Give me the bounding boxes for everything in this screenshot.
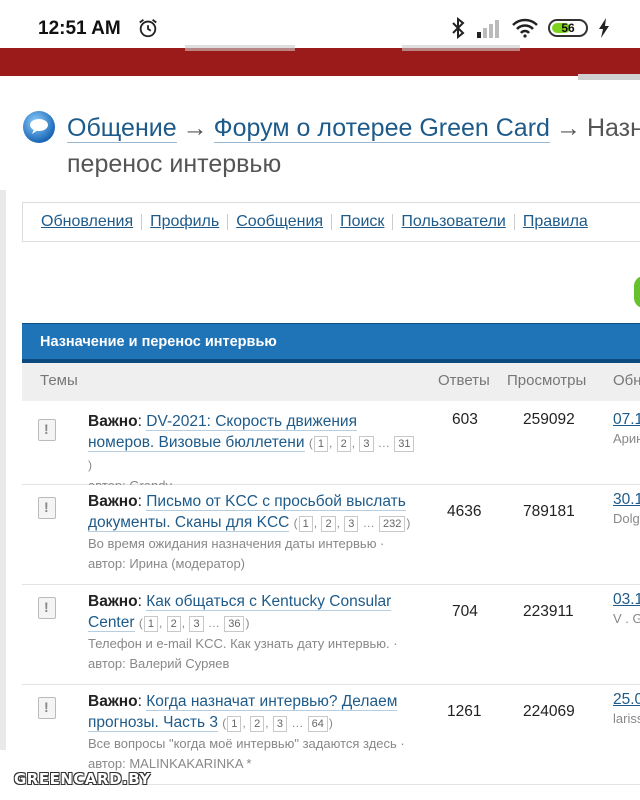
last-post: 03.1 V . G (613, 591, 640, 626)
bluetooth-icon (452, 17, 465, 39)
topic-prefix: Важно (88, 593, 138, 610)
battery-level: 56 (561, 21, 575, 35)
forum-chat-icon (23, 111, 55, 143)
nav-updates[interactable]: Обновления (35, 214, 143, 230)
col-topics[interactable]: Темы (40, 372, 78, 389)
last-post: 30.1 Dolg (613, 491, 640, 526)
nav-messages[interactable]: Сообщения (228, 214, 333, 230)
replies-count: 4636 (447, 503, 482, 520)
page-link[interactable]: 1 (143, 616, 158, 632)
site-header (0, 45, 640, 76)
page-link[interactable]: 36 (224, 616, 245, 632)
page-link[interactable]: 2 (336, 436, 351, 452)
breadcrumb-general[interactable]: Общение (67, 114, 177, 143)
replies-count: 1261 (447, 703, 482, 720)
last-post-date[interactable]: 25.0 (613, 691, 640, 709)
column-headers: Темы Ответы Просмотры Обн (22, 363, 640, 401)
wifi-icon (512, 18, 538, 38)
topic-description: Телефон и e-mail KCC. Как узнать дату ин… (88, 636, 398, 651)
watermark: GREENCARD.BY (14, 770, 151, 788)
topic-prefix: Важно (88, 493, 138, 510)
topic-author: автор: Ирина (модератор) (88, 556, 245, 571)
battery-icon: 56 (548, 19, 588, 37)
page-link[interactable]: 64 (307, 716, 328, 732)
page-edge (0, 190, 6, 750)
page-link[interactable]: 2 (321, 516, 336, 532)
topic-cell: Важно: Как общаться с Kentucky Consular … (88, 591, 418, 674)
table-row: Важно: DV-2021: Скорость движения номеро… (22, 401, 640, 493)
topic-cell: Важно: DV-2021: Скорость движения номеро… (88, 411, 418, 496)
nav-users[interactable]: Пользователи (393, 214, 515, 230)
last-post-date[interactable]: 07.1 (613, 411, 640, 429)
col-views[interactable]: Просмотры (507, 372, 586, 389)
last-post-user: Dolg (613, 511, 640, 526)
views-count: 789181 (523, 503, 575, 520)
replies-count: 603 (452, 411, 478, 428)
last-post-date[interactable]: 03.1 (613, 591, 640, 609)
scrollbar[interactable] (578, 74, 640, 80)
replies-count: 704 (452, 603, 478, 620)
last-post: 25.0 lariss (613, 691, 640, 726)
forum-title: Назначение и перенос интервью (22, 323, 640, 363)
last-post: 07.1 Арин (613, 411, 640, 446)
status-bar: 12:51 AM 56 (0, 0, 640, 50)
alarm-icon (139, 19, 157, 38)
last-post-user: V . G (613, 611, 640, 626)
page-link[interactable]: 31 (394, 436, 415, 452)
topic-description: Во время ожидания назначения даты интерв… (88, 536, 385, 551)
last-post-user: lariss (613, 711, 640, 726)
page-link[interactable]: 3 (272, 716, 287, 732)
views-count: 224069 (523, 703, 575, 720)
new-topic-button[interactable] (634, 276, 640, 308)
last-post-user: Арин (613, 431, 640, 446)
breadcrumb-green-card-forum[interactable]: Форум о лотерее Green Card (213, 114, 550, 143)
topic-pages: (1, 2, 3 … 232) (293, 516, 411, 532)
page-title: перенос интервью (67, 150, 282, 178)
page-link[interactable]: 3 (189, 616, 204, 632)
page-link[interactable]: 1 (313, 436, 328, 452)
page-link[interactable]: 2 (250, 716, 265, 732)
main-nav: Обновления Профиль Сообщения Поиск Польз… (22, 202, 640, 242)
col-last-post[interactable]: Обн (613, 372, 640, 389)
topic-description: Все вопросы "когда моё интервью" задаютс… (88, 736, 405, 751)
page-link[interactable]: 232 (379, 516, 406, 532)
views-count: 259092 (523, 411, 575, 428)
page-link[interactable]: 3 (359, 436, 374, 452)
clock: 12:51 AM (38, 18, 121, 39)
signal-icon (477, 20, 499, 38)
last-post-date[interactable]: 30.1 (613, 491, 640, 509)
charging-icon (599, 18, 609, 38)
views-count: 223911 (523, 603, 574, 620)
col-replies[interactable]: Ответы (438, 372, 490, 389)
sticky-topic-icon (38, 419, 56, 441)
topic-author: автор: Валерий Суряев (88, 656, 230, 671)
topic-cell: Важно: Когда назначат интервью? Делаем п… (88, 691, 418, 774)
topic-prefix: Важно (88, 413, 138, 430)
nav-rules[interactable]: Правила (515, 214, 596, 230)
nav-search[interactable]: Поиск (332, 214, 394, 230)
page-link[interactable]: 1 (298, 516, 313, 532)
breadcrumb-current: Назн (586, 114, 640, 142)
page-link[interactable]: 1 (227, 716, 242, 732)
breadcrumb-arrow: → (182, 114, 208, 142)
nav-profile[interactable]: Профиль (142, 214, 229, 230)
table-row: Важно: Как общаться с Kentucky Consular … (22, 585, 640, 685)
breadcrumb-arrow: → (555, 114, 581, 142)
sticky-topic-icon (38, 497, 56, 519)
page-link[interactable]: 3 (344, 516, 359, 532)
topic-pages: (1, 2, 3 … 36) (138, 616, 250, 632)
table-row: Важно: Письмо от KCC с просьбой выслать … (22, 485, 640, 585)
sticky-topic-icon (38, 697, 56, 719)
page-link[interactable]: 2 (166, 616, 181, 632)
topic-cell: Важно: Письмо от KCC с просьбой выслать … (88, 491, 418, 574)
topic-prefix: Важно (88, 693, 138, 710)
topic-pages: (1, 2, 3 … 64) (222, 716, 333, 732)
forum-table: Назначение и перенос интервью Темы Ответ… (22, 323, 640, 785)
sticky-topic-icon (38, 597, 56, 619)
